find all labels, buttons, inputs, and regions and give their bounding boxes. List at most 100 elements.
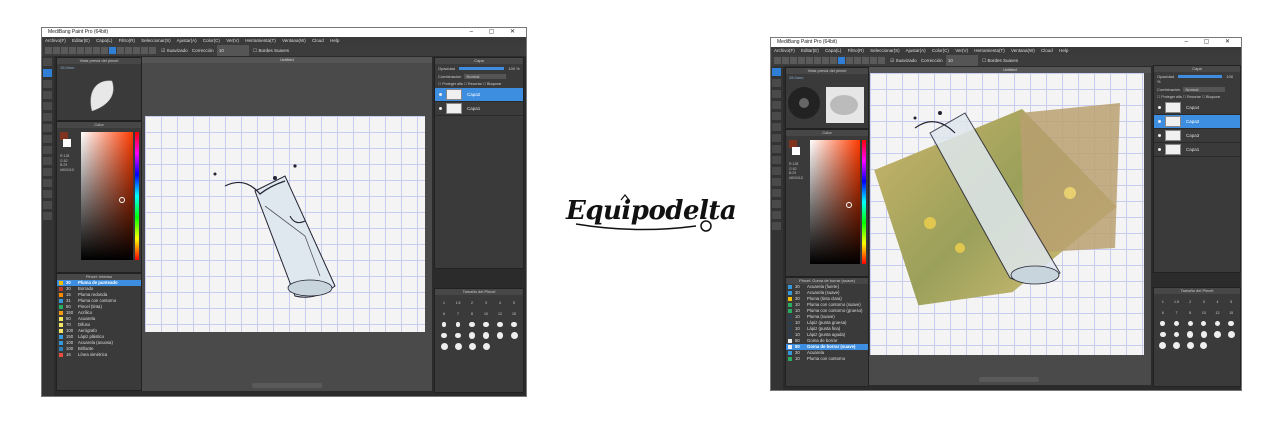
menu-ventana[interactable]: Ventana(W) xyxy=(1011,48,1035,53)
brush-size-option[interactable]: 50 xyxy=(494,320,506,329)
color-picker-cursor[interactable] xyxy=(119,197,125,203)
lasso-tool-icon[interactable] xyxy=(772,156,781,164)
lock-checkbox[interactable]: Bloquear xyxy=(487,82,501,86)
smooth-checkbox[interactable]: ☑ xyxy=(161,48,165,53)
brush-size-option[interactable]: 500 xyxy=(452,342,464,351)
undo-icon[interactable] xyxy=(822,57,829,64)
eyedropper-icon[interactable] xyxy=(43,201,52,209)
layer-row[interactable]: Capa3 xyxy=(1154,129,1240,143)
menu-capa[interactable]: Capa(L) xyxy=(825,48,841,53)
correction-select[interactable]: 10 xyxy=(216,45,249,56)
layer-visibility-icon[interactable] xyxy=(439,93,442,96)
layer-visibility-icon[interactable] xyxy=(1158,134,1161,137)
menu-herramienta[interactable]: Herramienta(T) xyxy=(974,48,1005,53)
fill-tool-icon[interactable] xyxy=(772,123,781,131)
brush-size-option[interactable]: 12 xyxy=(494,309,506,318)
layer-row[interactable]: Capa2 xyxy=(435,88,523,102)
grid-icon[interactable] xyxy=(69,47,76,54)
brush-size-option[interactable]: 6 xyxy=(1157,308,1169,317)
eraser-tool-icon[interactable] xyxy=(43,69,52,77)
brush-size-option[interactable]: 30 xyxy=(1184,319,1196,328)
protect-alpha-checkbox[interactable]: Proteger alfa xyxy=(442,82,463,86)
color-picker-cursor[interactable] xyxy=(846,202,852,208)
menu-ajustar[interactable]: Ajustar(A) xyxy=(906,48,926,53)
snap-off-icon[interactable] xyxy=(838,57,845,64)
layer-visibility-icon[interactable] xyxy=(439,107,442,110)
ruler-icon[interactable] xyxy=(77,47,84,54)
brush-size-option[interactable]: 20 xyxy=(438,320,450,329)
new-file-icon[interactable] xyxy=(45,47,52,54)
shape-tool-icon[interactable] xyxy=(772,112,781,120)
brush-size-option[interactable]: 300 xyxy=(508,331,520,340)
protect-alpha-checkbox[interactable]: Proteger alfa xyxy=(1161,95,1182,99)
layer-visibility-icon[interactable] xyxy=(1158,148,1161,151)
save-icon[interactable] xyxy=(790,57,797,64)
brush-size-option[interactable]: 12 xyxy=(1212,308,1224,317)
move-tool-icon[interactable] xyxy=(43,91,52,99)
layer-row[interactable]: Capa1 xyxy=(435,102,523,116)
save-icon[interactable] xyxy=(61,47,68,54)
brush-size-option[interactable]: 1.5 xyxy=(1171,297,1183,306)
brush-size-option[interactable]: 2 xyxy=(466,298,478,307)
blend-select[interactable]: Normal xyxy=(1183,87,1226,92)
clipping-checkbox[interactable]: Recortar xyxy=(468,82,482,86)
menu-cloud[interactable]: Cloud xyxy=(312,38,324,43)
menu-color[interactable]: Color(C) xyxy=(203,38,220,43)
brush-size-option[interactable]: 400 xyxy=(438,342,450,351)
clipping-checkbox[interactable]: Recortar xyxy=(1187,95,1201,99)
brush-size-option[interactable]: 40 xyxy=(1198,319,1210,328)
eyedropper-icon[interactable] xyxy=(772,211,781,219)
secondary-color-swatch[interactable] xyxy=(792,147,800,155)
layer-row[interactable]: Capa4 xyxy=(1154,101,1240,115)
menu-editar[interactable]: Editar(E) xyxy=(801,48,819,53)
menu-cloud[interactable]: Cloud xyxy=(1041,48,1053,53)
menu-archivo[interactable]: Archivo(F) xyxy=(774,48,795,53)
divide-tool-icon[interactable] xyxy=(772,200,781,208)
brush-list-item[interactable]: 10 Pluma con contorno xyxy=(786,356,868,362)
brush-size-option[interactable]: 10 xyxy=(1198,308,1210,317)
gradient-tool-icon[interactable] xyxy=(772,134,781,142)
layer-visibility-icon[interactable] xyxy=(1158,120,1161,123)
menu-ver[interactable]: Ver(V) xyxy=(226,38,239,43)
brush-list-item[interactable]: 16 Línea simétrica xyxy=(57,352,141,358)
new-file-icon[interactable] xyxy=(774,57,781,64)
brush-size-option[interactable]: 7 xyxy=(1171,308,1183,317)
eraser-tool-icon[interactable] xyxy=(772,79,781,87)
snap-cross-icon[interactable] xyxy=(125,47,132,54)
brush-size-option[interactable]: 20 xyxy=(1157,319,1169,328)
smooth-checkbox[interactable]: ☑ xyxy=(890,58,894,63)
brush-size-option[interactable]: 200 xyxy=(1212,330,1224,339)
menu-help[interactable]: Help xyxy=(1059,48,1068,53)
brush-size-option[interactable]: 1 xyxy=(1157,297,1169,306)
brush-size-option[interactable]: 4 xyxy=(1212,297,1224,306)
text-tool-icon[interactable] xyxy=(772,189,781,197)
brush-size-option[interactable]: 3 xyxy=(480,298,492,307)
brush-size-option[interactable]: 10 xyxy=(480,309,492,318)
brush-size-option[interactable]: 7 xyxy=(452,309,464,318)
canvas-horizontal-scrollbar[interactable] xyxy=(979,377,1039,382)
brush-size-option[interactable]: 300 xyxy=(1225,330,1237,339)
menu-capa[interactable]: Capa(L) xyxy=(96,38,112,43)
menu-seleccionar[interactable]: Seleccionar(S) xyxy=(870,48,900,53)
canvas-area[interactable]: Untitled xyxy=(869,67,1151,385)
grid-icon[interactable] xyxy=(798,57,805,64)
window-controls[interactable]: – ▢ ✕ xyxy=(1185,38,1237,47)
menu-ver[interactable]: Ver(V) xyxy=(955,48,968,53)
dot-tool-icon[interactable] xyxy=(772,90,781,98)
brush-size-option[interactable]: 40 xyxy=(480,320,492,329)
layer-row[interactable]: Capa1 xyxy=(1154,143,1240,157)
hue-slider[interactable] xyxy=(862,140,866,264)
menu-archivo[interactable]: Archivo(F) xyxy=(45,38,66,43)
brush-size-option[interactable]: 6 xyxy=(438,309,450,318)
brush-size-option[interactable]: 3 xyxy=(1198,297,1210,306)
brush-size-option[interactable]: 400 xyxy=(1157,341,1169,350)
shape-tool-icon[interactable] xyxy=(43,102,52,110)
snap-parallel-icon[interactable] xyxy=(846,57,853,64)
snap-parallel-icon[interactable] xyxy=(117,47,124,54)
document-tab[interactable]: Untitled xyxy=(142,57,432,63)
saturation-value-picker[interactable] xyxy=(810,140,860,264)
brush-size-option[interactable]: 200 xyxy=(494,331,506,340)
brush-size-option[interactable]: 100 xyxy=(1184,330,1196,339)
brush-size-option[interactable]: 1 xyxy=(438,298,450,307)
brush-size-option[interactable]: 15 xyxy=(1225,308,1237,317)
